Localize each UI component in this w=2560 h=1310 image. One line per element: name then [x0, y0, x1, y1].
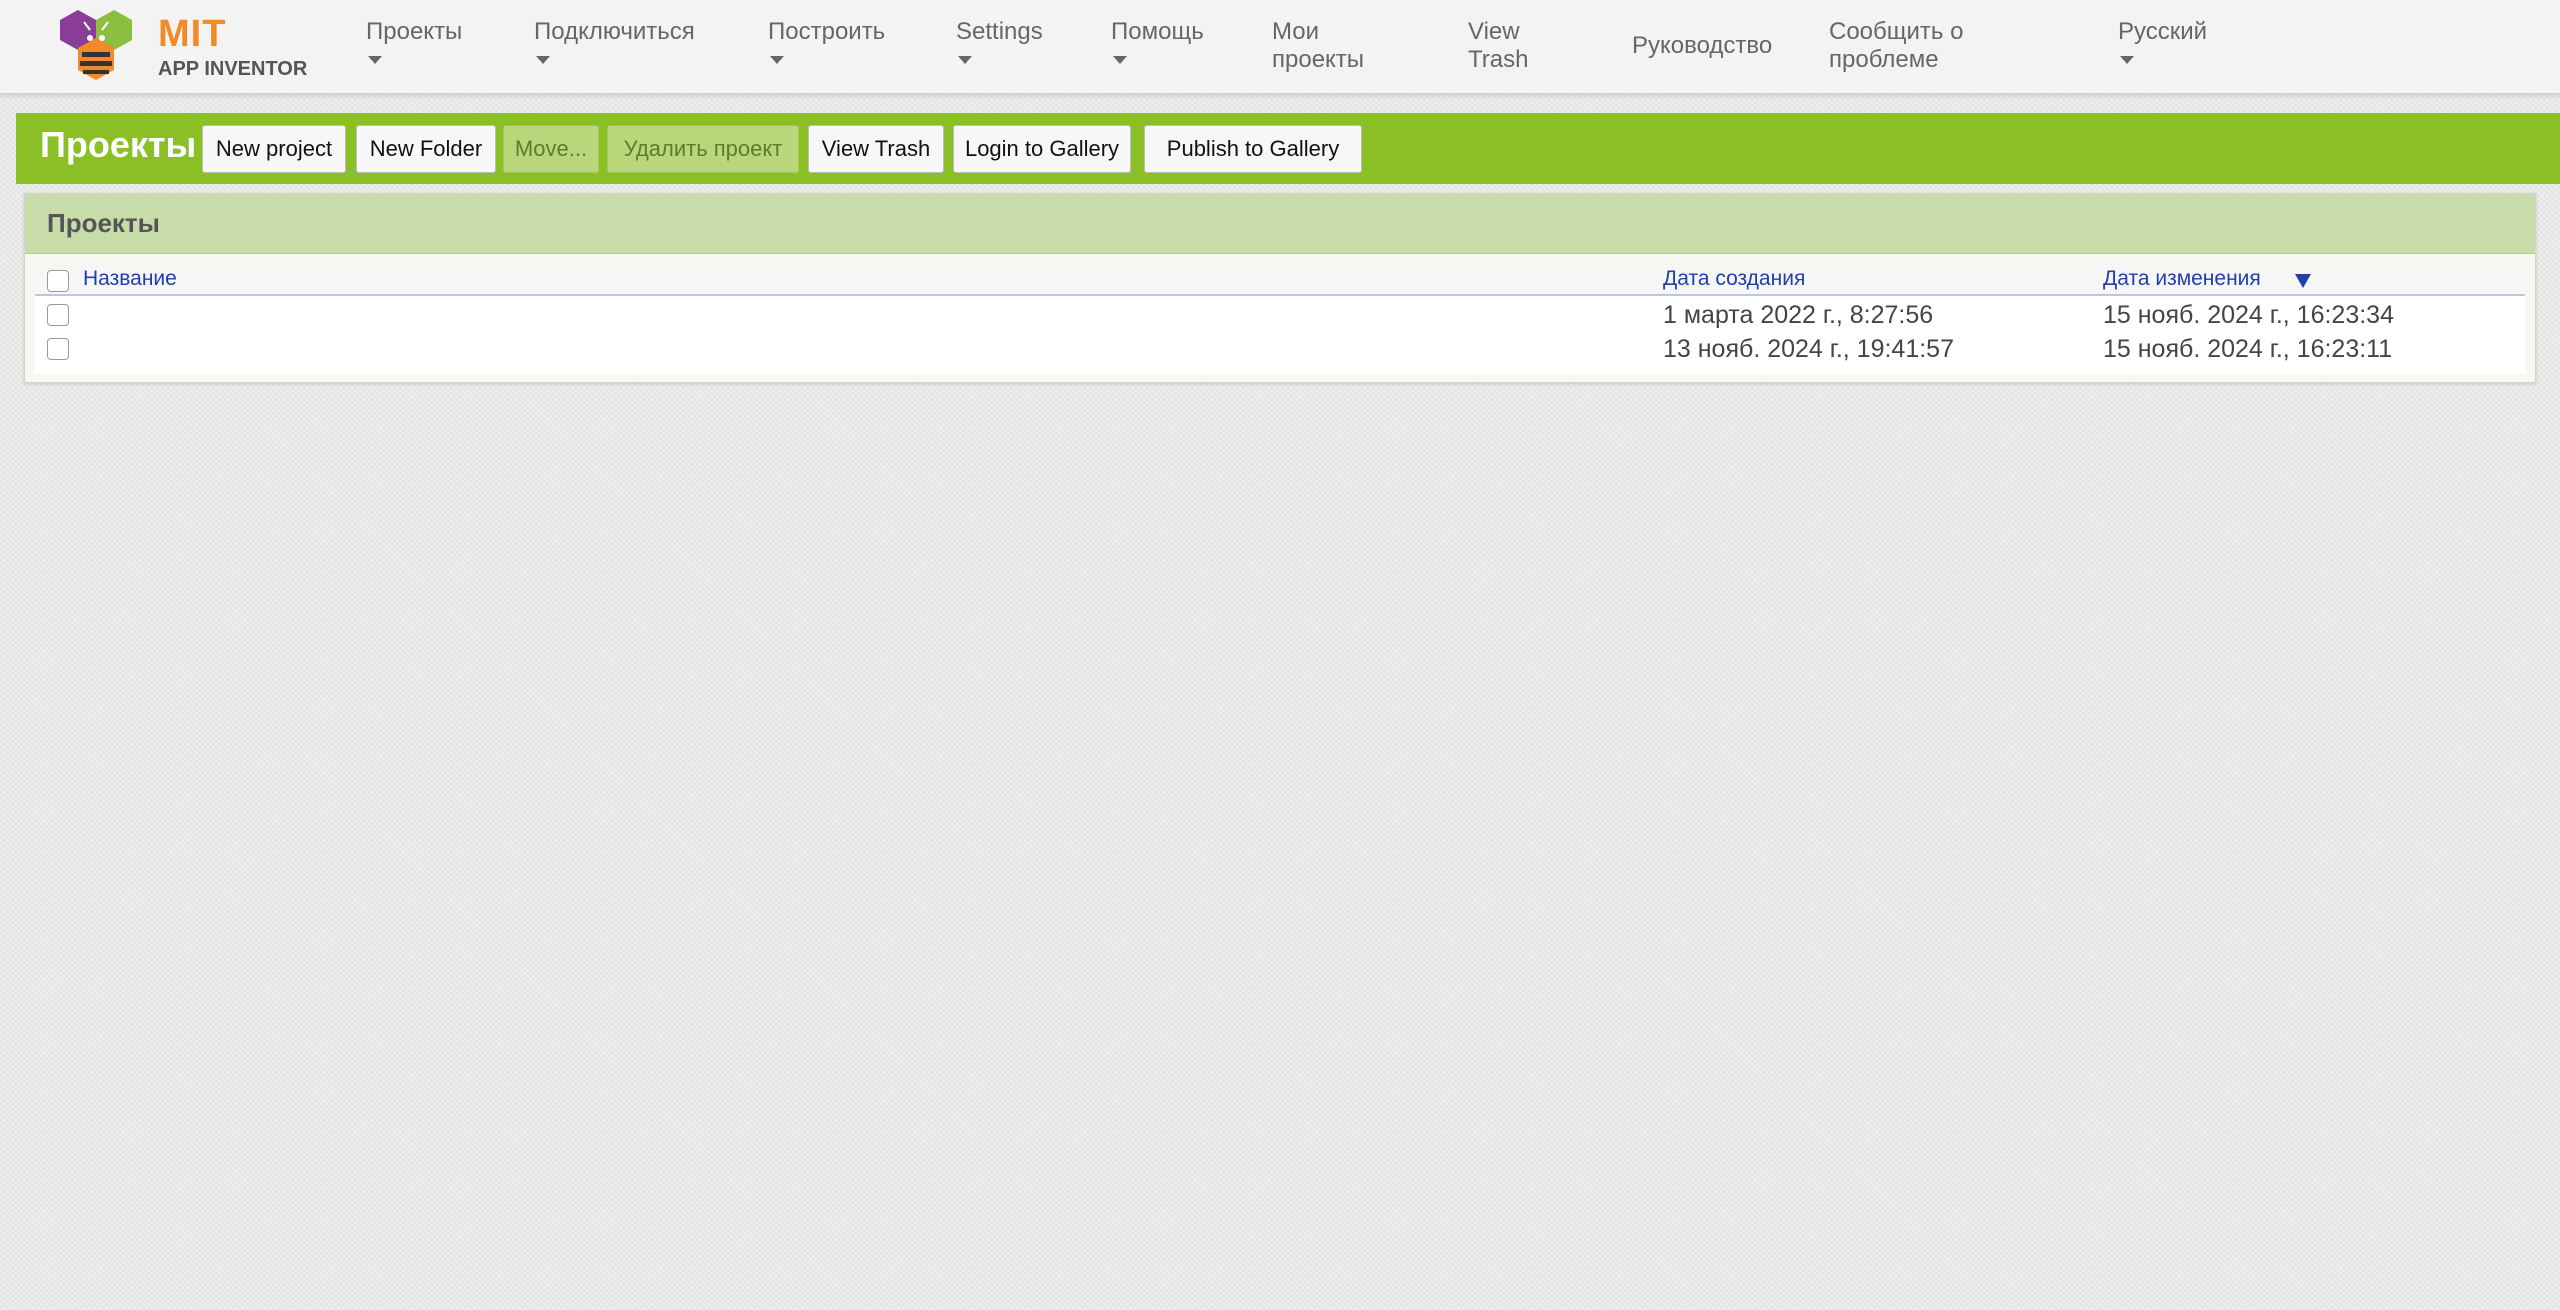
nav-menu-build-label: Построить: [768, 18, 886, 45]
nav-link-view-trash-line2: Trash: [1468, 46, 1529, 73]
nav-link-my-projects-line2: проекты: [1272, 46, 1365, 73]
nav-link-view-trash[interactable]: View Trash: [1468, 18, 1528, 74]
top-navigation-bar: MIT APP INVENTOR Проекты Подключиться По…: [0, 0, 2560, 94]
select-all-checkbox[interactable]: [47, 270, 69, 292]
new-folder-button[interactable]: New Folder: [356, 125, 496, 173]
nav-link-my-projects-line1: Мои: [1272, 18, 1320, 45]
nav-menu-projects[interactable]: Проекты: [366, 18, 462, 64]
logo-app-inventor-text: APP INVENTOR: [158, 58, 308, 80]
chevron-down-icon: [368, 56, 382, 64]
table-row[interactable]: 13 нояб. 2024 г., 19:41:57 15 нояб. 2024…: [35, 332, 2525, 366]
bee-logo-icon: [60, 10, 132, 80]
nav-link-report-issue-line2: проблеме: [1829, 46, 1939, 73]
publish-to-gallery-button[interactable]: Publish to Gallery: [1144, 125, 1362, 173]
nav-menu-help-label: Помощь: [1111, 18, 1204, 45]
toolbar-title: Проекты: [40, 124, 197, 165]
delete-project-button[interactable]: Удалить проект: [607, 125, 799, 173]
nav-menu-language[interactable]: Русский: [2118, 18, 2207, 64]
chevron-down-icon: [770, 56, 784, 64]
nav-link-report-issue-line1: Сообщить о: [1829, 18, 1964, 45]
logo-mit-text: MIT: [158, 13, 227, 55]
login-to-gallery-button[interactable]: Login to Gallery: [953, 125, 1131, 173]
chevron-down-icon: [536, 56, 550, 64]
row-checkbox[interactable]: [47, 338, 69, 360]
nav-menu-language-label: Русский: [2118, 18, 2208, 45]
projects-toolbar: Проекты New project New Folder Move... У…: [16, 113, 2560, 184]
nav-link-guide[interactable]: Руководство: [1632, 32, 1772, 60]
projects-table: Название Дата создания Дата изменения 1 …: [35, 262, 2525, 374]
projects-panel-title: Проекты: [47, 208, 160, 238]
column-header-modified[interactable]: Дата изменения: [2103, 266, 2261, 292]
modified-date-cell: 15 нояб. 2024 г., 16:23:34: [2103, 301, 2394, 329]
nav-menu-settings-label: Settings: [956, 18, 1043, 45]
nav-link-my-projects[interactable]: Мои проекты: [1272, 18, 1364, 74]
nav-link-view-trash-line1: View: [1468, 18, 1520, 45]
column-header-created[interactable]: Дата создания: [1663, 266, 1805, 292]
nav-menu-settings[interactable]: Settings: [956, 18, 1043, 64]
nav-link-report-issue[interactable]: Сообщить о проблеме: [1829, 18, 1963, 74]
nav-link-guide-label: Руководство: [1632, 32, 1773, 59]
nav-menu-help[interactable]: Помощь: [1111, 18, 1204, 64]
view-trash-button[interactable]: View Trash: [808, 125, 944, 173]
chevron-down-icon: [958, 56, 972, 64]
chevron-down-icon: [2120, 56, 2134, 64]
projects-panel: Проекты Название Дата создания Дата изме…: [24, 193, 2536, 383]
row-checkbox[interactable]: [47, 304, 69, 326]
nav-menu-projects-label: Проекты: [366, 18, 463, 45]
sort-descending-icon[interactable]: [2295, 274, 2311, 288]
app-inventor-logo[interactable]: MIT APP INVENTOR: [56, 8, 316, 84]
new-project-button[interactable]: New project: [202, 125, 346, 173]
nav-menu-build[interactable]: Построить: [768, 18, 885, 64]
chevron-down-icon: [1113, 56, 1127, 64]
created-date-cell: 13 нояб. 2024 г., 19:41:57: [1663, 335, 1954, 363]
table-row[interactable]: 1 марта 2022 г., 8:27:56 15 нояб. 2024 г…: [35, 298, 2525, 332]
nav-menu-connect[interactable]: Подключиться: [534, 18, 695, 64]
column-header-name[interactable]: Название: [83, 266, 177, 292]
nav-menu-connect-label: Подключиться: [534, 18, 695, 45]
table-header-row: Название Дата создания Дата изменения: [35, 262, 2525, 296]
modified-date-cell: 15 нояб. 2024 г., 16:23:11: [2103, 335, 2393, 363]
created-date-cell: 1 марта 2022 г., 8:27:56: [1663, 301, 1934, 329]
projects-panel-header: Проекты: [25, 194, 2535, 254]
move-button[interactable]: Move...: [503, 125, 599, 173]
